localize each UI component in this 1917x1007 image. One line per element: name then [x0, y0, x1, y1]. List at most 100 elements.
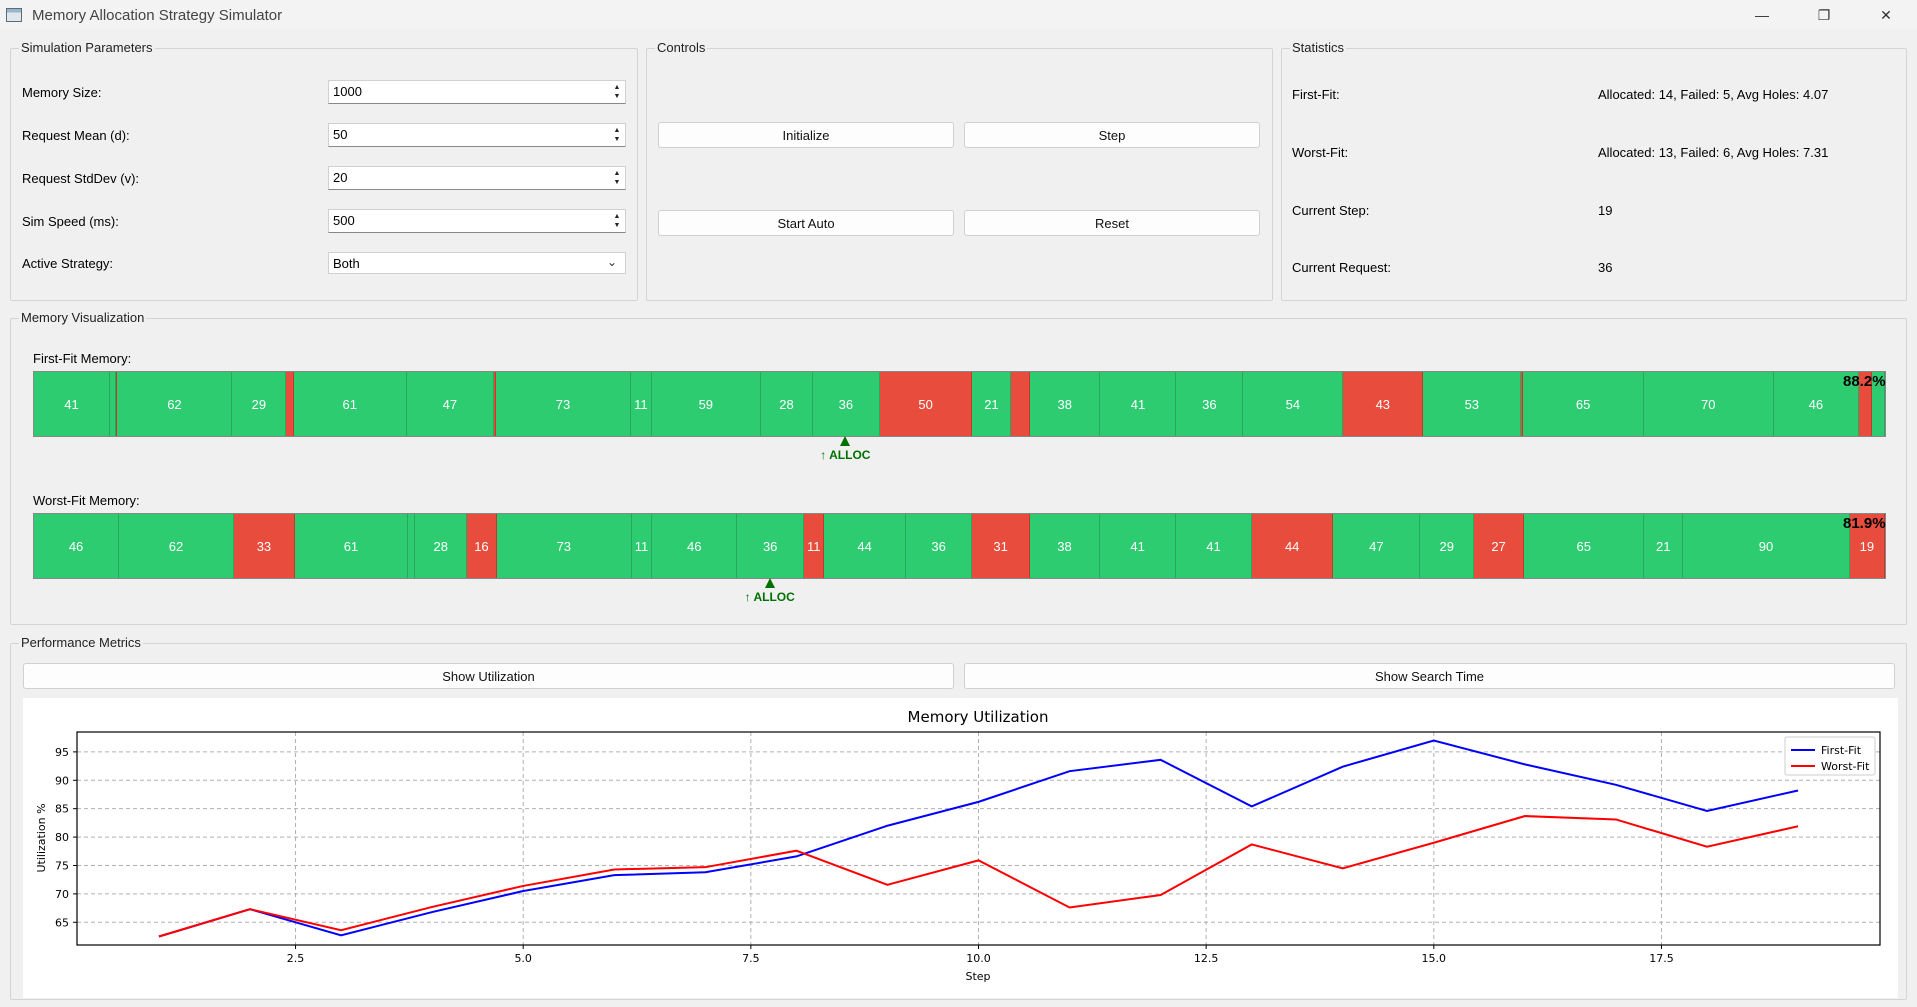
worst-fit-stat-value: Allocated: 13, Failed: 6, Avg Holes: 7.3…: [1598, 145, 1829, 160]
memory-block: [407, 514, 416, 578]
memory-block: 47: [406, 372, 494, 436]
memory-hole: 11: [804, 514, 825, 578]
chart-ticks: 2.5 5.0 7.5 10.0 12.5 15.0 17.5 65 70 75 80 85 90 95: [55, 746, 1674, 965]
active-strategy-value: Both: [333, 256, 360, 271]
chart-legend: First-Fit Worst-Fit: [1784, 736, 1876, 776]
y-tick-label: 80: [55, 831, 69, 844]
memory-block: 21: [1644, 514, 1684, 578]
request-stddev-value: 20: [333, 170, 348, 185]
utilization-chart: Memory Utilization 2.5 5.0 7.5 10.0 12.5 15.0…: [35, 708, 1881, 983]
memory-block: 46: [652, 514, 738, 578]
title-bar: Memory Allocation Strategy Simulator — ❐…: [0, 0, 1917, 30]
memory-hole: 33: [233, 514, 295, 578]
memory-hole: 31: [972, 514, 1030, 578]
group-title: Performance Metrics: [19, 635, 143, 650]
current-request-label: Current Request:: [1292, 260, 1391, 275]
group-title: Memory Visualization: [19, 310, 147, 325]
worst-fit-alloc-marker: ↑ ALLOC: [740, 578, 800, 604]
y-tick-label: 70: [55, 888, 69, 901]
memory-block: 44: [824, 514, 906, 578]
initialize-button[interactable]: Initialize: [658, 122, 954, 148]
memory-hole: 44: [1251, 514, 1334, 578]
worst-fit-stat-label: Worst-Fit:: [1292, 145, 1349, 160]
memory-block: 41: [1100, 372, 1177, 436]
first-fit-memory-bar: 41 62 29 61 47 73 11 59 28 36 50 21 38 41 36 54 43 53 65 70…: [33, 371, 1886, 437]
x-tick-label: 15.0: [1422, 952, 1447, 965]
memory-hole: [1011, 372, 1030, 436]
memory-block: 36: [812, 372, 880, 436]
x-tick-label: 7.5: [742, 952, 760, 965]
first-fit-stat-label: First-Fit:: [1292, 87, 1340, 102]
request-mean-value: 50: [333, 127, 348, 142]
memory-hole: 16: [467, 514, 497, 578]
memory-block: 41: [34, 372, 111, 436]
current-step-value: 19: [1598, 203, 1613, 218]
x-tick-label: 2.5: [287, 952, 305, 965]
first-fit-stat-value: Allocated: 14, Failed: 5, Avg Holes: 4.0…: [1598, 87, 1829, 102]
spin-arrows-icon[interactable]: ▲ ▼: [611, 83, 623, 101]
legend-label: Worst-Fit: [1821, 760, 1870, 773]
alloc-label: ↑ ALLOC: [820, 448, 871, 462]
arrow-up-icon: [764, 578, 775, 588]
close-button[interactable]: ✕: [1855, 0, 1917, 30]
memory-block: 61: [293, 372, 407, 436]
start-auto-button[interactable]: Start Auto: [658, 210, 954, 236]
request-mean-label: Request Mean (d):: [22, 128, 130, 143]
first-fit-utilization: 88.2%: [1843, 373, 1886, 390]
controls-group: Controls: [646, 40, 1273, 301]
memory-block: 61: [294, 514, 408, 578]
active-strategy-select[interactable]: Both ⌄: [328, 252, 626, 274]
worst-fit-memory-label: Worst-Fit Memory:: [33, 493, 140, 508]
memory-block: 38: [1029, 372, 1101, 436]
request-stddev-label: Request StdDev (v):: [22, 171, 140, 186]
memory-block: 11: [631, 372, 652, 436]
current-step-label: Current Step:: [1292, 203, 1370, 218]
reset-button[interactable]: Reset: [964, 210, 1260, 236]
x-tick-label: 5.0: [514, 952, 532, 965]
sim-speed-spinbox[interactable]: 500 ▲ ▼: [328, 209, 626, 233]
memory-hole: 50: [879, 372, 973, 436]
chart-grid: [77, 732, 1880, 945]
memory-block: 46: [34, 514, 120, 578]
spin-arrows-icon[interactable]: ▲ ▼: [611, 169, 623, 187]
memory-block: 65: [1523, 372, 1644, 436]
memory-block: 29: [1420, 514, 1475, 578]
utilization-chart-canvas: Memory Utilization 2.5 5.0 7.5 10.0 12.5 15.0…: [23, 698, 1898, 998]
active-strategy-label: Active Strategy:: [22, 256, 114, 271]
memory-block: 54: [1243, 372, 1344, 436]
app-icon: [6, 8, 22, 22]
memory-size-value: 1000: [333, 84, 362, 99]
worst-fit-memory-bar: 46 62 33 61 28 16 73 11 46 36 11 44 36 31 38 41 41 44 47 29…: [33, 513, 1886, 579]
memory-block: 59: [651, 372, 762, 436]
memory-block: 62: [117, 372, 233, 436]
memory-size-spinbox[interactable]: 1000 ▲ ▼: [328, 80, 626, 104]
group-title: Simulation Parameters: [19, 40, 155, 55]
memory-block: 53: [1423, 372, 1522, 436]
memory-block: 28: [761, 372, 813, 436]
alloc-label: ↑ ALLOC: [744, 590, 795, 604]
minimize-button[interactable]: —: [1731, 0, 1793, 30]
memory-block: 41: [1100, 514, 1177, 578]
arrow-up-icon: [840, 436, 851, 446]
chart-title: Memory Utilization: [908, 708, 1049, 726]
step-button[interactable]: Step: [964, 122, 1260, 148]
memory-block: 36: [905, 514, 973, 578]
y-tick-label: 75: [55, 859, 69, 872]
maximize-button[interactable]: ❐: [1793, 0, 1855, 30]
x-tick-label: 10.0: [966, 952, 991, 965]
memory-block: 41: [1176, 514, 1252, 578]
memory-block: 11: [631, 514, 653, 578]
window-title: Memory Allocation Strategy Simulator: [32, 6, 283, 24]
group-title: Controls: [655, 40, 708, 55]
memory-block: 73: [495, 372, 632, 436]
memory-block: 36: [737, 514, 804, 578]
spin-arrows-icon[interactable]: ▲ ▼: [611, 126, 623, 144]
show-utilization-button[interactable]: Show Utilization: [23, 663, 954, 689]
request-stddev-spinbox[interactable]: 20 ▲ ▼: [328, 166, 626, 190]
y-axis-label: Utilization %: [35, 803, 48, 872]
request-mean-spinbox[interactable]: 50 ▲ ▼: [328, 123, 626, 147]
memory-block: 62: [119, 514, 234, 578]
show-search-time-button[interactable]: Show Search Time: [964, 663, 1895, 689]
memory-block: 36: [1176, 372, 1244, 436]
spin-arrows-icon[interactable]: ▲ ▼: [611, 212, 623, 230]
